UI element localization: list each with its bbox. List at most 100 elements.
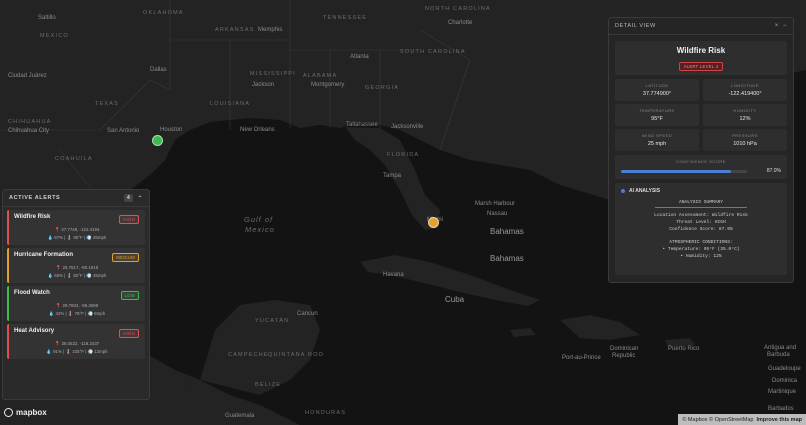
alert-level-badge: MEDIUM [112, 253, 139, 262]
metric-label: WIND SPEED [641, 133, 673, 138]
alert-stats: 💧 91% | 🌡️ 105°F | 💨 12mph [46, 349, 108, 354]
metric-value: -122.419400° [728, 91, 762, 97]
map-label-mexico-top: MEXICO [40, 33, 69, 39]
alert-location: 📍 29.7604, -95.3698 [55, 303, 99, 308]
metric-label: PRESSURE [731, 133, 758, 138]
map-label-nassau: Nassau [487, 211, 508, 217]
confidence-bar-fill [621, 170, 731, 173]
alert-stats: 💧 65% | 🌡️ 82°F | 💨 45mph [47, 273, 107, 278]
alert-location: 📍 25.7617, -80.1918 [55, 265, 99, 270]
map-label-tampa: Tampa [383, 173, 402, 179]
map-label-san-antonio: San Antonio [107, 128, 140, 134]
metric-wind-speed: WIND SPEED 25 mph [615, 129, 699, 151]
alert-stats: 💧 42% | 🌡️ 78°F | 💨 8mph [48, 311, 106, 316]
map-attribution: © Mapbox © OpenStreetMap Improve this ma… [678, 414, 806, 425]
map-label-barbados: Barbados [768, 406, 794, 412]
map-label-martinique: Martinique [768, 389, 797, 395]
map-label-ciudad-juarez: Ciudad Juárez [8, 73, 47, 79]
map-label-south-carolina: SOUTH CAROLINA [400, 49, 466, 55]
analysis-line: Confidence Score: 87.0% [669, 227, 733, 232]
map-label-new-orleans: New Orleans [240, 127, 275, 133]
alert-card-wildfire[interactable]: Wildfire Risk HIGH 📍 37.7749, -122.4194 … [7, 210, 145, 245]
confidence-label: CONFIDENCE SCORE [676, 159, 726, 164]
map-label-puerto-rico: Puerto Rico [668, 346, 700, 352]
mapbox-logo[interactable]: mapbox [4, 408, 47, 417]
map-label-antigua-line2: Barbuda [767, 352, 790, 358]
metric-label: HUMIDITY [733, 108, 757, 113]
map-label-chihuahua-city: Chihuahua City [8, 128, 50, 134]
divider [655, 207, 747, 208]
mapbox-logo-text: mapbox [16, 408, 47, 417]
ai-analysis-header: AI ANALYSIS [615, 183, 787, 199]
alert-location: 📍 36.0522, -118.2437 [54, 341, 100, 346]
metric-label: LONGITUDE [731, 83, 759, 88]
map-label-coahuila: COAHUILA [55, 156, 93, 162]
map-label-louisiana: LOUISIANA [210, 101, 251, 107]
alert-level-badge: LOW [120, 291, 139, 300]
map-label-gulf-of-mexico-line2: Mexico [245, 225, 275, 234]
alert-level-badge: HIGH [119, 215, 139, 224]
map-label-north-carolina: NORTH CAROLINA [425, 6, 491, 12]
minimize-icon[interactable]: − [783, 23, 787, 29]
detail-view-title: DETAIL VIEW [615, 23, 656, 29]
map-label-atlanta: Atlanta [350, 54, 369, 60]
condition-line: • Humidity: 12% [680, 254, 722, 259]
alert-card-hurricane[interactable]: Hurricane Formation MEDIUM 📍 25.7617, -8… [7, 248, 145, 283]
map-label-cuba: Cuba [445, 295, 465, 304]
map-label-dominican-republic-line1: Dominican [610, 346, 639, 352]
map-label-antigua-line1: Antigua and [764, 345, 797, 351]
map-label-yucatan: YUCATÁN [255, 318, 290, 324]
map-label-memphis: Memphis [258, 27, 283, 33]
confidence-score-box: CONFIDENCE SCORE 87.0% [615, 155, 787, 179]
map-label-campeche: CAMPECHE [228, 352, 269, 358]
map-label-marsh-harbour: Marsh Harbour [475, 201, 516, 207]
active-alerts-title: ACTIVE ALERTS [9, 195, 61, 201]
metric-label: TEMPERATURE [639, 108, 675, 113]
map-label-quintana-roo: QUINTANA ROO [268, 352, 325, 358]
map-label-honduras: HONDURAS [305, 410, 347, 416]
map-marker-miami[interactable] [428, 217, 439, 228]
map-label-dominica: Dominica [772, 378, 798, 384]
attribution-mapbox-link[interactable]: © Mapbox [682, 417, 707, 423]
mapbox-icon [4, 408, 13, 417]
analysis-line: Location Assessment: Wildfire Risk [654, 213, 748, 218]
confidence-bar-track [621, 170, 747, 173]
metric-value: 37.774900° [642, 91, 672, 97]
map-label-bahamas: Bahamas [490, 227, 524, 236]
map-label-guatemala: Guatemala [225, 413, 255, 419]
alert-level-badge: HIGH [119, 329, 139, 338]
map-label-jackson: Jackson [252, 82, 275, 88]
ai-analysis-box[interactable]: AI ANALYSIS ANALYSIS SUMMARY Location As… [615, 183, 787, 275]
map-label-tennessee: TENNESSEE [323, 15, 368, 21]
map-label-dominican-republic-line2: Republic [612, 353, 636, 359]
close-icon[interactable]: × [775, 23, 779, 29]
ai-analysis-body: ANALYSIS SUMMARY Location Assessment: Wi… [615, 199, 787, 260]
alert-card-flood[interactable]: Flood Watch LOW 📍 29.7604, -95.3698 💧 42… [7, 286, 145, 321]
alert-stats: 💧 87% | 🌡️ 95°F | 💨 25mph [47, 235, 107, 240]
map-marker-houston[interactable] [152, 135, 163, 146]
alert-card-heat[interactable]: Heat Advisory HIGH 📍 36.0522, -118.2437 … [7, 324, 145, 359]
metric-latitude: LATITUDE 37.774900° [615, 79, 699, 101]
chevron-up-icon[interactable]: ⌃ [137, 195, 143, 202]
confidence-value: 87.0% [766, 168, 781, 174]
attribution-osm-link[interactable]: © OpenStreetMap [709, 417, 753, 423]
metric-longitude: LONGITUDE -122.419400° [703, 79, 787, 101]
map-label-oklahoma: OKLAHOMA [143, 10, 184, 16]
map-label-port-au-prince: Port-au-Prince [562, 355, 601, 361]
metric-value: 1010 hPa [733, 141, 757, 147]
map-label-arkansas: ARKANSAS [215, 27, 255, 33]
metrics-grid: LATITUDE 37.774900° LONGITUDE -122.41940… [615, 79, 787, 151]
map-label-charlotte: Charlotte [448, 20, 473, 26]
map-label-belize: BELIZE [255, 382, 282, 388]
alert-level-badge: ALERT LEVEL 4 [678, 62, 724, 71]
detail-view-header: DETAIL VIEW × − [609, 18, 793, 35]
ai-analysis-title: AI ANALYSIS [629, 188, 661, 194]
map-label-guadeloupe: Guadeloupe [768, 366, 801, 372]
map-label-alabama: ALABAMA [303, 73, 338, 79]
map-label-havana: Havana [383, 272, 404, 278]
map-label-florida: FLORIDA [387, 152, 420, 158]
metric-value: 12% [739, 116, 751, 122]
improve-map-link[interactable]: Improve this map [756, 417, 802, 423]
map-label-georgia: GEORGIA [365, 85, 400, 91]
map-label-bahamas-2: Bahamas [490, 254, 524, 263]
